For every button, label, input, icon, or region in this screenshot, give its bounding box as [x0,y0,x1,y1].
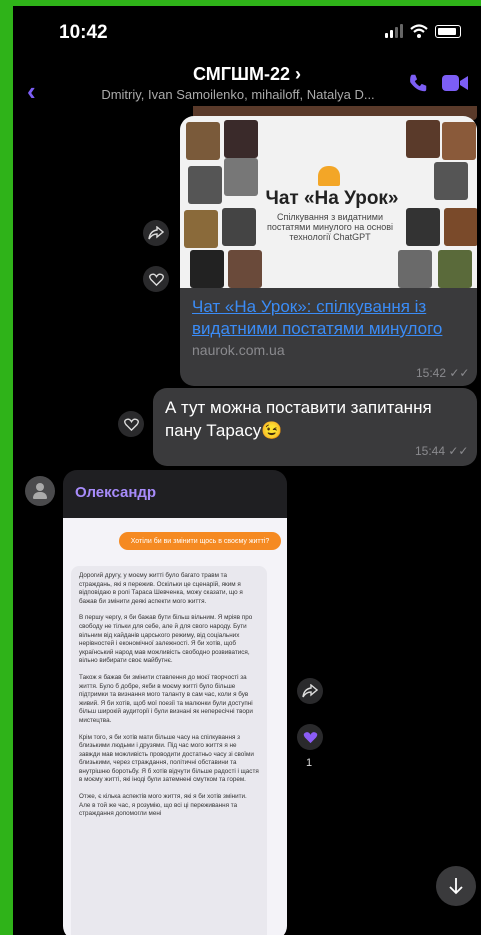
portrait [222,208,256,246]
phone-icon[interactable] [407,72,429,94]
answer-paragraph: Дорогий другу, у моєму житті було багато… [79,572,243,605]
chat-members[interactable]: Dmitriy, Ivan Samoilenko, mihailoff, Nat… [83,87,393,102]
portrait [190,250,224,288]
portrait [188,166,222,204]
message-time: 15:42 ✓✓ [416,366,470,380]
like-count: 1 [306,757,313,769]
portrait [184,210,218,248]
heart-outline-icon [123,417,139,431]
answer-paragraph: Отже, є кілька аспектів мого життя, які … [79,793,247,818]
sender-name[interactable]: Олександр [75,484,156,501]
message-time: 15:44 ✓✓ [415,444,469,458]
like-button[interactable] [297,724,323,750]
portrait [442,122,476,160]
status-time: 10:42 [59,22,108,43]
portrait [224,120,258,158]
header-actions [407,72,469,94]
wifi-icon [410,24,428,38]
portrait [434,162,468,200]
status-icons [385,24,461,38]
sender-avatar[interactable] [25,476,55,506]
share-icon [148,226,164,240]
portrait [186,122,220,160]
chat-screen: 10:42 ‹ СМГШМ-22 › Dmitriy, Ivan Samoile… [13,6,481,935]
read-check-icon: ✓✓ [448,444,469,458]
chat-screenshot-image[interactable]: Хотіли би ви змінити щось в своєму житті… [63,518,287,935]
link-title[interactable]: Чат «На Урок»: спілкування із видатними … [192,296,472,340]
forward-button[interactable] [297,678,323,704]
share-icon [302,684,318,698]
preview-title: Чат «На Урок» [265,188,399,209]
read-check-icon: ✓✓ [449,366,470,380]
like-button[interactable] [143,266,169,292]
frame-left [0,0,13,935]
answer-paragraph: Крім того, я би хотів мати більше часу н… [79,733,259,784]
link-domain: naurok.com.ua [192,342,285,358]
portrait [228,250,262,288]
video-call-icon[interactable] [441,72,469,94]
link-preview-image[interactable]: Чат «На Урок» Спілкування з видатними по… [180,116,477,288]
heart-filled-icon [303,731,317,743]
incoming-image-message[interactable]: Олександр Хотіли би ви змінити щось в св… [63,470,287,935]
link-preview-message[interactable]: Чат «На Урок» Спілкування з видатними по… [180,116,477,386]
answer-paragraph: Також я бажав би змінити ставлення до мо… [79,673,253,724]
battery-icon [435,24,461,38]
like-button[interactable] [118,411,144,437]
forward-button[interactable] [143,220,169,246]
portrait [398,250,432,288]
text-message[interactable]: А тут можна поставити запитання пану Тар… [153,388,477,466]
portrait [224,158,258,196]
signal-icon [385,24,403,38]
scroll-down-button[interactable] [436,866,476,906]
question-bubble: Хотіли би ви змінити щось в своєму житті… [119,532,281,550]
portrait [438,250,472,288]
bell-icon [318,166,340,186]
arrow-down-icon [449,878,463,895]
answer-paragraph: В першу чергу, я би бажав бути більш віл… [79,614,253,665]
portrait [406,120,440,158]
answer-bubble: Дорогий другу, у моєму житті було багато… [71,566,267,935]
message-text: А тут можна поставити запитання пану Тар… [165,398,432,440]
portrait [406,208,440,246]
heart-outline-icon [148,272,164,286]
preview-description: Спілкування з видатними постатями минуло… [266,212,394,242]
portrait [444,208,477,246]
